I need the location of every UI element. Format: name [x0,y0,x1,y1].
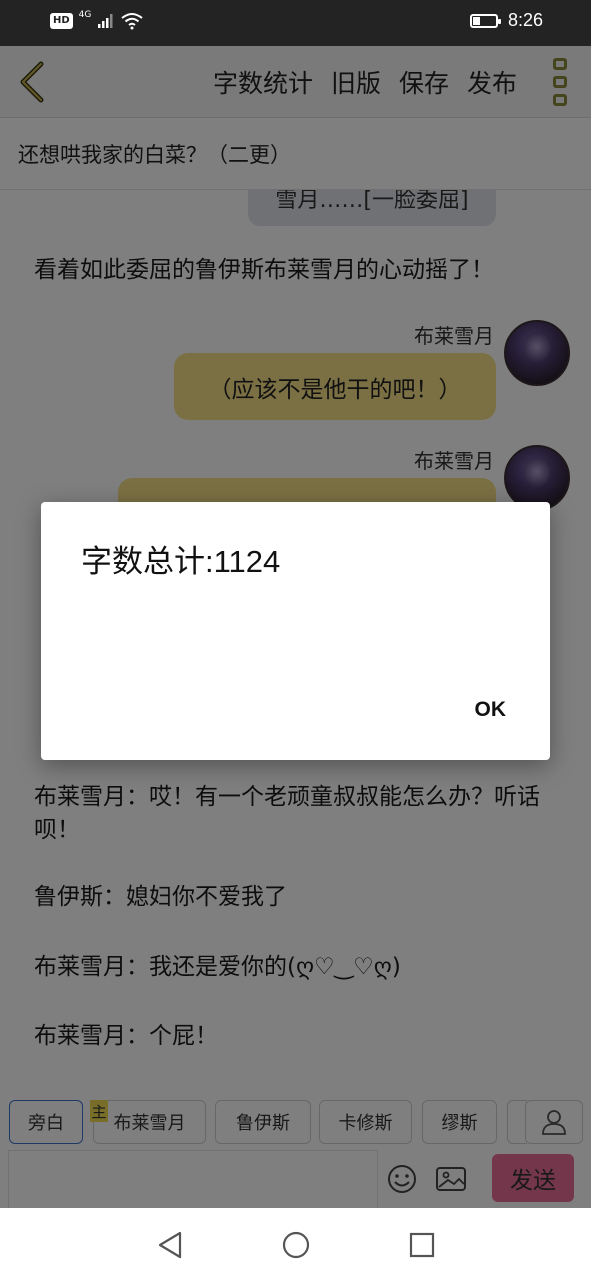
hd-badge: HD [50,13,73,29]
nav-back-icon[interactable] [156,1230,184,1260]
nav-home-icon[interactable] [282,1230,310,1260]
wifi-icon [121,13,143,30]
battery-icon [469,13,501,28]
system-nav-bar [0,1208,591,1280]
status-bar: HD 4G 8:26 [0,0,591,46]
signal-icon [98,14,113,28]
status-left: HD 4G [50,10,143,30]
word-count-dialog: 字数总计:1124 OK [41,502,550,760]
dialog-message: 字数总计:1124 [81,544,281,579]
ok-button[interactable]: OK [475,698,507,722]
status-right: 8:26 [469,10,543,31]
nav-recent-icon[interactable] [408,1230,436,1260]
clock: 8:26 [507,10,543,30]
network-label: 4G [78,10,92,20]
